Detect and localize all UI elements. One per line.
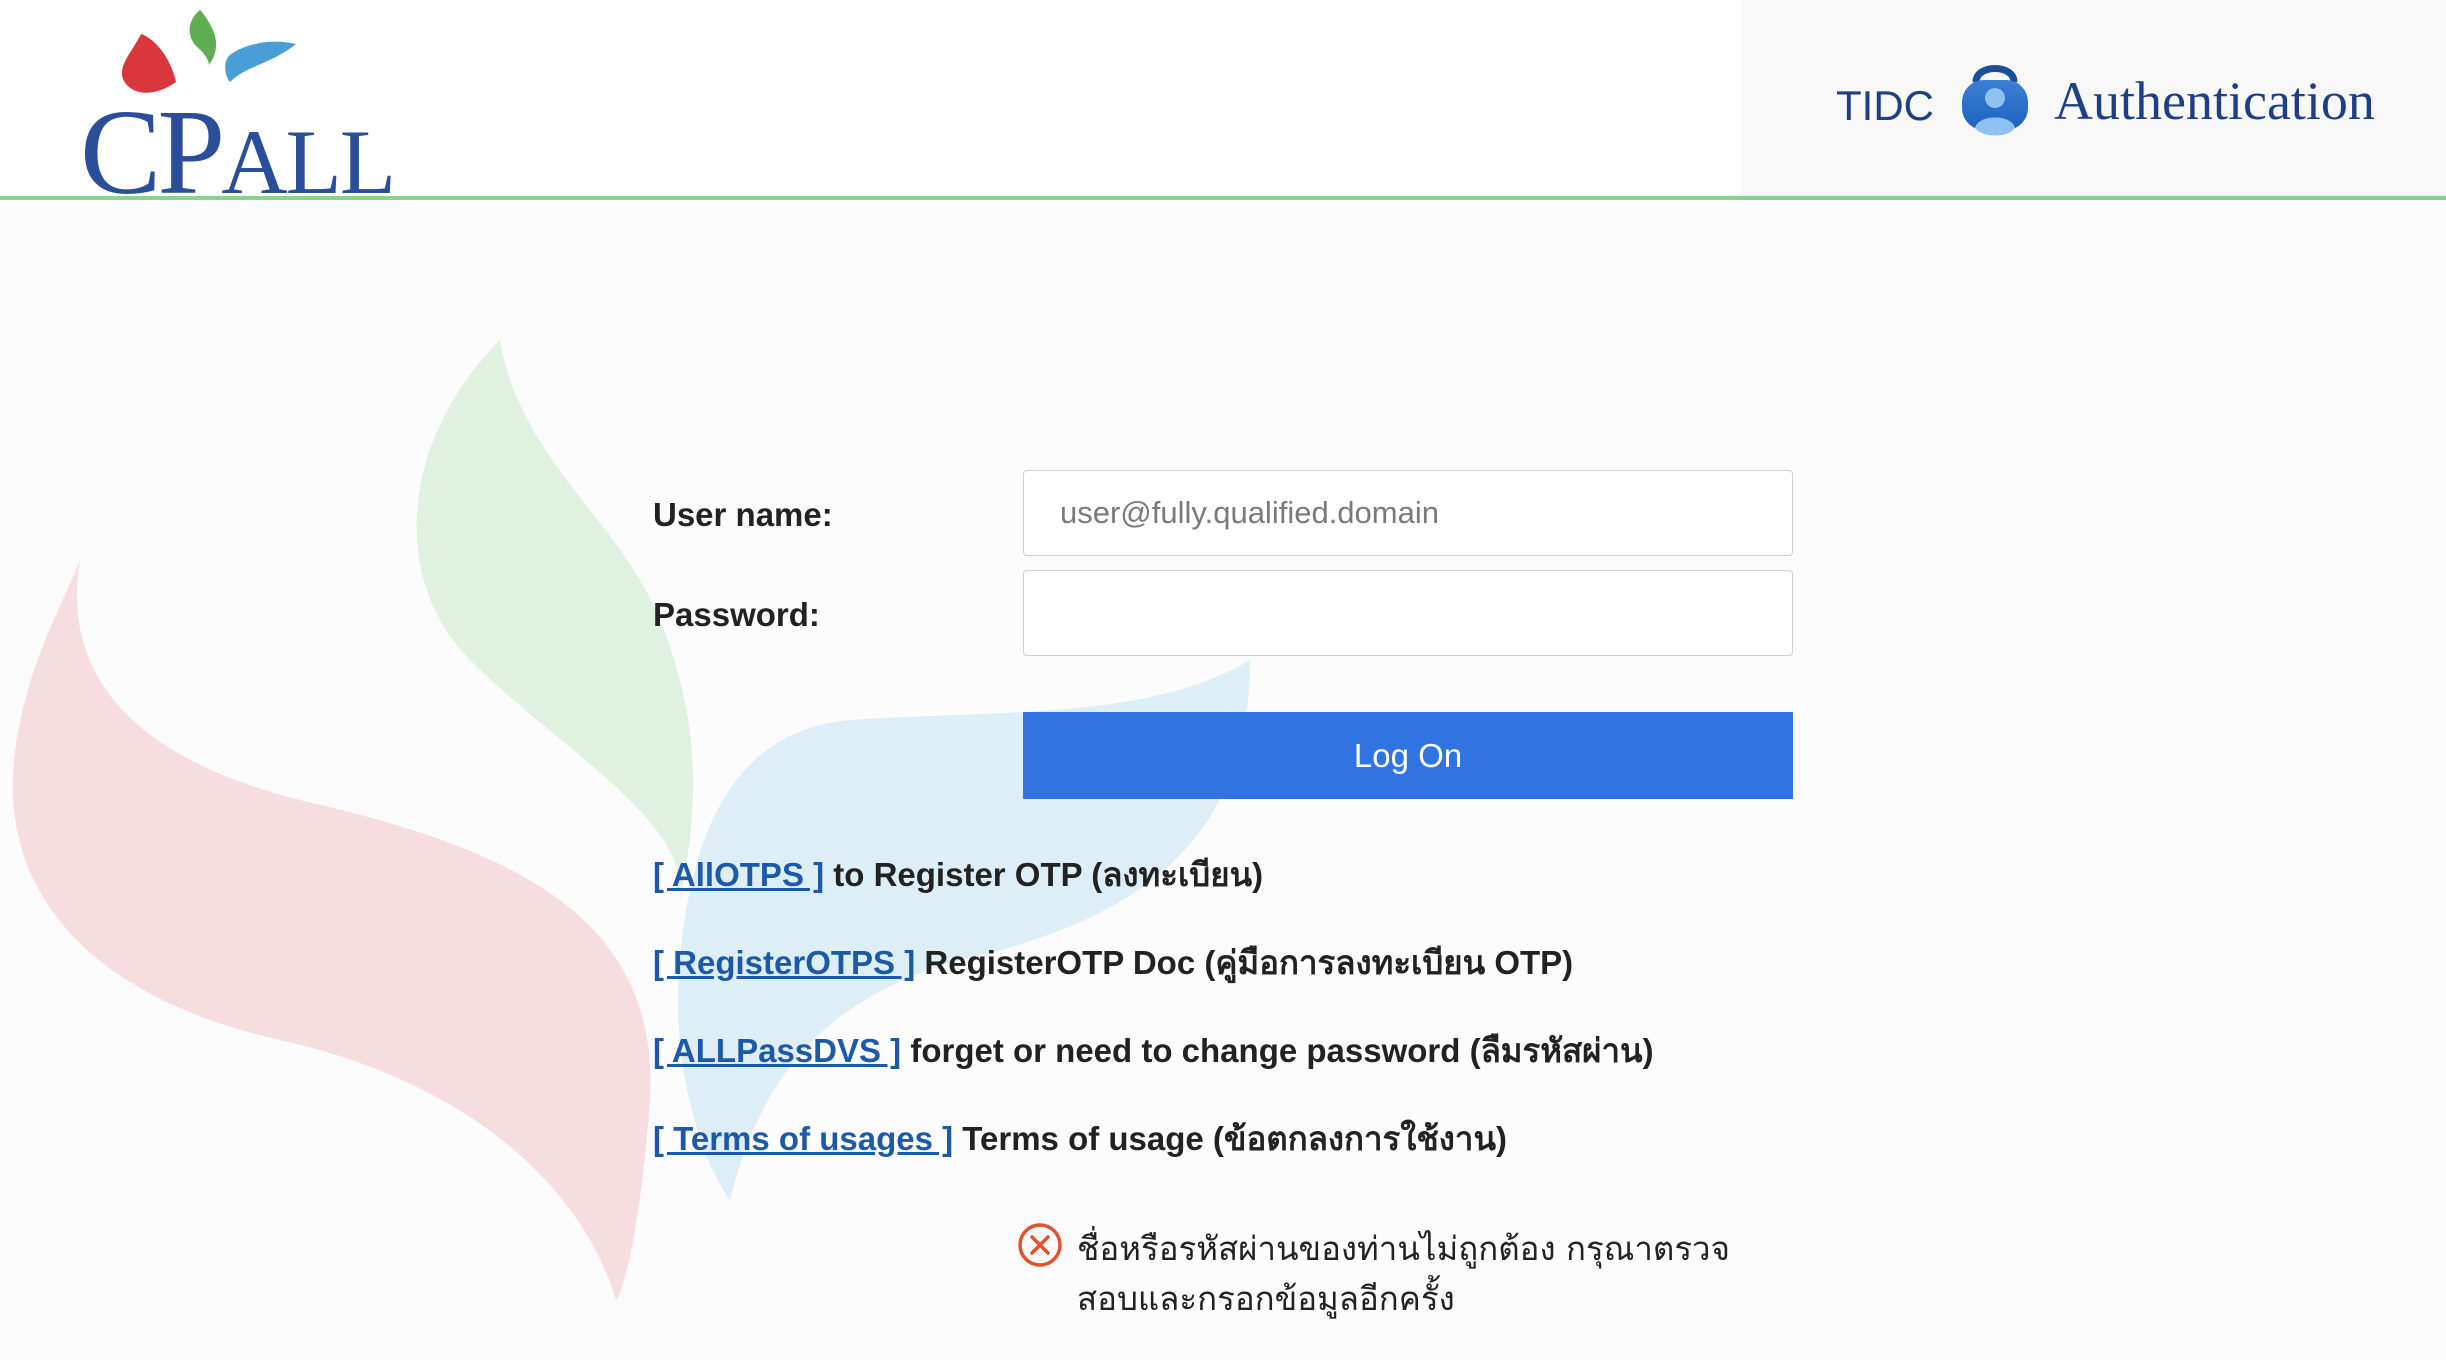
allpassdvs-link[interactable]: [ ALLPassDVS ] — [653, 1032, 901, 1069]
header-bar: CPALL TIDC Authentication — [0, 0, 2446, 214]
allotps-link[interactable]: [ AllOTPS ] — [653, 856, 824, 893]
link-row-allotps: [ AllOTPS ] to Register OTP (ลงทะเบียน) — [653, 848, 1263, 901]
log-on-button[interactable]: Log On — [1023, 712, 1793, 799]
cpall-logo: CPALL — [76, 4, 396, 214]
authenticator-lock-icon — [1962, 65, 2028, 136]
link-row-registerotps: [ RegisterOTPS ] RegisterOTP Doc (คู่มือ… — [653, 936, 1573, 989]
username-label: User name: — [653, 496, 833, 533]
page-title: Authentication — [2054, 71, 2375, 131]
link-row-terms: [ Terms of usages ] Terms of usage (ข้อต… — [653, 1112, 1507, 1165]
org-label: TIDC — [1836, 82, 1934, 129]
terms-of-usages-link[interactable]: [ Terms of usages ] — [653, 1120, 953, 1157]
registerotps-description: RegisterOTP Doc (คู่มือการลงทะเบียน OTP) — [915, 944, 1574, 981]
username-input[interactable] — [1023, 470, 1793, 556]
password-input[interactable] — [1023, 570, 1793, 656]
allpassdvs-description: forget or need to change password (ลืมรห… — [901, 1032, 1654, 1069]
allotps-description: to Register OTP (ลงทะเบียน) — [824, 856, 1264, 893]
error-message-text: ชื่อหรือรหัสผ่านของท่านไม่ถูกต้อง กรุณาต… — [1077, 1229, 1730, 1318]
cpall-logo-text: CPALL — [80, 85, 396, 220]
error-circle-x-icon — [1018, 1223, 1062, 1267]
login-page: CPALL TIDC Authentication User name: Pas… — [0, 0, 2446, 1360]
terms-description: Terms of usage (ข้อตกลงการใช้งาน) — [953, 1120, 1507, 1157]
link-row-allpassdvs: [ ALLPassDVS ] forget or need to change … — [653, 1024, 1654, 1077]
registerotps-link[interactable]: [ RegisterOTPS ] — [653, 944, 915, 981]
password-label: Password: — [653, 596, 820, 633]
